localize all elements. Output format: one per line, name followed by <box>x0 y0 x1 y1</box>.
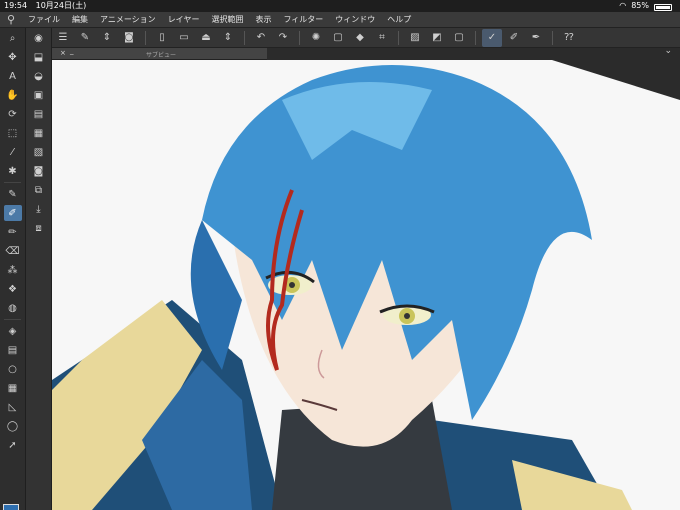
ruler-pen-icon[interactable]: ✓ <box>482 28 502 47</box>
stepper-icon[interactable]: ⇕ <box>97 29 117 47</box>
redo-icon[interactable]: ↷ <box>273 29 293 47</box>
invert-icon[interactable]: ◩ <box>427 29 447 47</box>
menu-icon[interactable]: ☰ <box>53 29 73 47</box>
stack-icon[interactable]: ⧈ <box>30 220 48 236</box>
main-color-swatch[interactable] <box>3 504 19 510</box>
zoom-icon[interactable]: ⌕ <box>4 30 22 46</box>
layer-props-icon[interactable]: ⬓ <box>30 49 48 65</box>
blend-icon[interactable]: ◍ <box>4 300 22 316</box>
close-icon[interactable]: × <box>60 49 66 57</box>
eyedropper-icon[interactable]: ⁄ <box>4 144 22 160</box>
wand-icon[interactable]: ✱ <box>4 163 22 179</box>
speech-icon[interactable]: ◯ <box>4 418 22 434</box>
auto-action-icon[interactable]: ▧ <box>30 144 48 160</box>
layers-stack-icon[interactable]: ⧉ <box>30 182 48 198</box>
history-icon[interactable]: ▦ <box>30 125 48 141</box>
menu-edit[interactable]: 編集 <box>66 14 94 25</box>
bucket-icon[interactable]: ◈ <box>4 323 22 339</box>
artwork-illustration <box>52 60 680 510</box>
eraser-icon[interactable]: ⌫ <box>4 243 22 259</box>
airbrush-icon[interactable]: ⁂ <box>4 262 22 278</box>
command-bar: ☰ ✎ ⇕ ◙ ▯ ▭ ⏏ ⇕ ↶ ↷ ✺ ▢ ◆ ⌗ ▨ ◩ ▢ ✓ ✐ ✒ … <box>0 28 680 48</box>
help-icon[interactable]: ⁇ <box>559 29 579 47</box>
menu-animation[interactable]: アニメーション <box>94 14 162 25</box>
new-file-icon[interactable]: ▯ <box>152 29 172 47</box>
selection-icon[interactable]: ▢ <box>449 29 469 47</box>
menu-filter[interactable]: フィルター <box>277 14 329 25</box>
ellipse-icon[interactable]: ○ <box>4 361 22 377</box>
clock: 19:54 <box>4 1 28 10</box>
decoration-icon[interactable]: ❖ <box>4 281 22 297</box>
color-icon[interactable]: ◒ <box>30 68 48 84</box>
object-icon[interactable]: ➚ <box>4 437 22 453</box>
text-icon[interactable]: A <box>4 68 22 84</box>
undo-icon[interactable]: ↶ <box>251 29 271 47</box>
wifi-icon: ◠ <box>619 1 627 10</box>
app-logo-icon[interactable]: ⚲ <box>0 13 22 26</box>
fill-icon[interactable]: ◆ <box>350 29 370 47</box>
menu-help[interactable]: ヘルプ <box>381 14 417 25</box>
pen-icon[interactable]: ✒ <box>526 29 546 47</box>
ruler-icon[interactable]: ◺ <box>4 399 22 415</box>
gradient-icon[interactable]: ▤ <box>4 342 22 358</box>
battery-icon <box>654 3 672 11</box>
import-icon[interactable]: ⤓ <box>30 201 48 217</box>
battery-text: 85% <box>631 1 649 10</box>
camera-icon[interactable]: ◙ <box>30 163 48 179</box>
panel-bar: ◉ ⬓ ◒ ▣ ▤ ▦ ▧ ◙ ⧉ ⤓ ⧈ <box>26 28 52 510</box>
minimize-icon[interactable]: _ <box>70 47 74 55</box>
open-folder-icon[interactable]: ▭ <box>174 29 194 47</box>
frame-icon[interactable]: ▦ <box>4 380 22 396</box>
menu-bar: ⚲ ファイル 編集 アニメーション レイヤー 選択範囲 表示 フィルター ウィン… <box>0 12 680 28</box>
brush-tool-icon[interactable]: ✐ <box>3 205 22 221</box>
subview-title[interactable]: サブビュー <box>146 50 176 59</box>
edit-doc-icon[interactable]: ✎ <box>75 29 95 47</box>
menu-file[interactable]: ファイル <box>22 14 66 25</box>
pen-tool-icon[interactable]: ✎ <box>4 186 22 202</box>
status-bar: 19:54 10月24日(土) ◠ 85% <box>0 0 680 12</box>
layer-icon[interactable]: ▣ <box>30 87 48 103</box>
move-icon[interactable]: ✥ <box>4 49 22 65</box>
drawing-canvas[interactable] <box>52 60 680 510</box>
tool-palette: ⌕ ✥ A ✋ ⟳ ⬚ ⁄ ✱ ✎ ✐ ✏ ⌫ ⁂ ❖ ◍ ◈ ▤ ○ ▦ ◺ … <box>0 28 26 510</box>
preview-icon[interactable]: ◙ <box>119 29 139 47</box>
navigator-icon[interactable]: ◉ <box>30 30 48 46</box>
menu-selection[interactable]: 選択範囲 <box>205 14 249 25</box>
menu-layer[interactable]: レイヤー <box>162 14 206 25</box>
material-icon[interactable]: ▤ <box>30 106 48 122</box>
loading-icon[interactable]: ✺ <box>306 29 326 47</box>
brush-icon[interactable]: ✐ <box>504 29 524 47</box>
menu-window[interactable]: ウィンドウ <box>329 14 381 25</box>
hand-icon[interactable]: ✋ <box>4 87 22 103</box>
pencil-icon[interactable]: ✏ <box>4 224 22 240</box>
deselect-icon[interactable]: ▨ <box>405 29 425 47</box>
date: 10月24日(土) <box>35 1 87 10</box>
save-icon[interactable]: ⏏ <box>196 29 216 47</box>
chevron-down-icon[interactable]: ⌄ <box>664 46 672 56</box>
menu-view[interactable]: 表示 <box>249 14 277 25</box>
stepper2-icon[interactable]: ⇕ <box>218 29 238 47</box>
rotate-icon[interactable]: ⟳ <box>4 106 22 122</box>
select-icon[interactable]: ⬚ <box>4 125 22 141</box>
clear-icon[interactable]: ▢ <box>328 29 348 47</box>
transform-icon[interactable]: ⌗ <box>372 29 392 47</box>
